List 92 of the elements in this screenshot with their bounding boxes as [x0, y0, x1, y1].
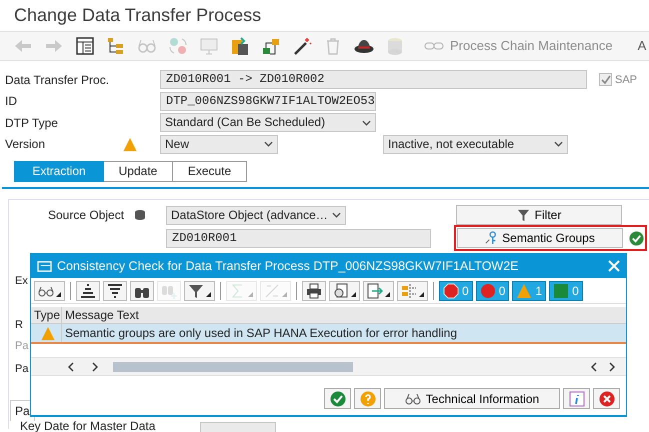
cancel-button[interactable]	[593, 388, 620, 409]
toolbar-label: A	[638, 37, 646, 56]
corner-triangle-icon	[206, 292, 211, 296]
export-icon	[367, 282, 383, 298]
error-icon	[480, 282, 496, 298]
printer-icon	[306, 282, 322, 298]
corner-triangle-icon	[419, 292, 424, 296]
scrollbar[interactable]	[31, 357, 626, 376]
checkbox[interactable]	[599, 73, 612, 86]
corner-triangle-icon	[56, 292, 61, 296]
stop-icon	[443, 282, 459, 298]
corner-triangle-icon	[248, 292, 253, 296]
dropdown[interactable]: New	[160, 134, 278, 154]
info-icon	[568, 390, 584, 406]
warning-icon	[516, 282, 532, 298]
field-label: Data Transfer Proc.	[5, 72, 110, 89]
dropdown[interactable]: Standard (Can Be Scheduled)	[160, 113, 376, 132]
sort-ascending-button[interactable]	[76, 280, 100, 300]
ok-button[interactable]	[324, 388, 351, 409]
magic-wand-button[interactable]	[292, 36, 312, 56]
document-icon	[333, 282, 349, 298]
checkbox-label: SAP	[615, 72, 638, 88]
tab[interactable]: Update	[104, 161, 173, 182]
table-row[interactable]: Semantic groups are only used in SAP HANA Execution for error handling	[31, 324, 626, 344]
help-button[interactable]	[354, 388, 381, 409]
sort-descending-button[interactable]	[103, 280, 127, 300]
text-field[interactable]: DTP_006NZS98GKW7IF1ALTOW2EO53	[160, 92, 376, 111]
help-icon	[360, 390, 376, 406]
dialog-title: Consistency Check for Data Transfer Process DTP_006NZS98GKW7IF1ALTOW2E	[57, 258, 519, 275]
field-label: Pa	[15, 362, 28, 377]
column-header: Type	[31, 307, 62, 323]
chevron-down-icon	[362, 120, 371, 126]
filter-icon	[188, 282, 204, 298]
semantic-groups-button[interactable]: Semantic Groups	[457, 228, 623, 248]
clipboard-button[interactable]	[230, 36, 250, 56]
subtotal-icon	[264, 282, 280, 298]
hierarchy-button[interactable]	[106, 36, 126, 56]
field-label: Version	[5, 136, 46, 154]
glasses-button[interactable]	[34, 280, 65, 300]
sort-ascending-icon	[80, 282, 96, 298]
transport-button[interactable]	[261, 36, 281, 56]
check-icon	[629, 230, 644, 246]
filter-button[interactable]	[184, 280, 215, 300]
dropdown[interactable]: Inactive, not executable	[383, 134, 568, 154]
chevron-down-icon	[332, 212, 341, 218]
column-header: Message Text	[64, 307, 139, 323]
info-button[interactable]	[563, 388, 590, 409]
document-button[interactable]	[329, 280, 360, 300]
layout-button[interactable]	[397, 280, 428, 300]
cancel-icon	[598, 390, 614, 406]
field-label: ID	[5, 93, 17, 110]
text-field[interactable]	[200, 422, 276, 432]
corner-triangle-icon	[385, 292, 390, 296]
key-icon	[485, 231, 498, 245]
sort-descending-icon	[107, 282, 123, 298]
table-icon	[75, 36, 95, 56]
text-field[interactable]: ZD010R001 -> ZD010R002	[160, 70, 587, 90]
transport-icon	[261, 36, 281, 56]
cycle-icon	[168, 36, 188, 56]
ok-icon	[330, 390, 346, 406]
dropdown[interactable]: DataStore Object (advance…	[166, 206, 346, 224]
field-label: Source Object	[48, 207, 126, 224]
field-label: R	[15, 318, 23, 333]
field-label: Ex	[15, 274, 28, 289]
funnel-icon	[516, 208, 530, 222]
chevron-down-icon	[264, 141, 273, 148]
layout-icon	[401, 282, 417, 298]
field-label: Pa	[15, 339, 28, 354]
hierarchy-icon	[106, 36, 126, 56]
warning-icon	[122, 136, 138, 152]
table-button[interactable]	[75, 36, 95, 56]
corner-triangle-icon	[351, 292, 356, 296]
chevron-down-icon	[554, 141, 563, 148]
printer-button[interactable]	[302, 280, 326, 300]
window-icon	[37, 260, 52, 272]
tab[interactable]: Execute	[173, 161, 247, 182]
close-button[interactable]	[608, 258, 620, 274]
filter-button[interactable]: Filter	[456, 205, 622, 225]
success-icon	[553, 282, 570, 298]
monitor-icon	[199, 36, 219, 56]
technical-information-button[interactable]: Technical Information	[384, 388, 560, 409]
magic-wand-icon	[292, 36, 312, 56]
clipboard-icon	[230, 36, 250, 56]
database-icon	[134, 209, 146, 221]
binoculars-button[interactable]	[130, 280, 154, 300]
text-field[interactable]: ZD010R001	[166, 228, 431, 248]
message-text: Semantic groups are only used in SAP HANA Execution for error handling	[64, 325, 457, 342]
corner-triangle-icon	[282, 292, 287, 296]
page-title: Change Data Transfer Process	[14, 5, 262, 25]
database-icon	[385, 36, 405, 56]
export-button[interactable]	[363, 280, 394, 300]
field-label: DTP Type	[5, 114, 58, 132]
